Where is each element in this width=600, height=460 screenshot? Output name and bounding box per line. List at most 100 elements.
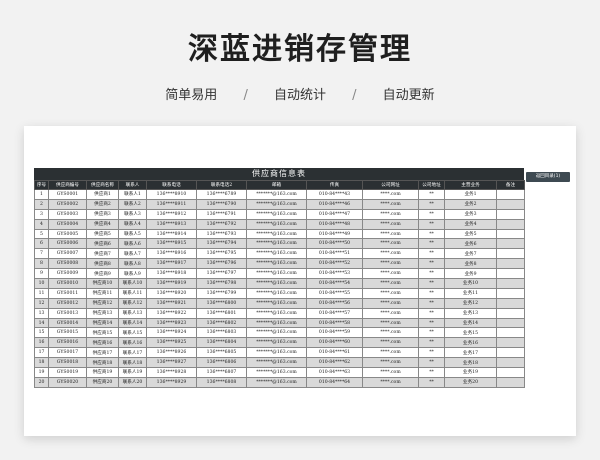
table-cell[interactable]: 17	[34, 347, 49, 359]
table-cell[interactable]: **	[418, 208, 445, 220]
table-cell[interactable]: 010-84****63	[306, 367, 363, 378]
table-cell[interactable]	[496, 347, 525, 359]
table-cell[interactable]: 供应商17	[86, 347, 119, 359]
table-cell[interactable]: 业务20	[444, 376, 497, 388]
table-cell[interactable]: 136****8911	[146, 198, 197, 210]
table-cell[interactable]: 20	[34, 376, 49, 388]
table-cell[interactable]	[496, 376, 525, 388]
table-cell[interactable]: 136****6805	[196, 347, 247, 359]
table-cell[interactable]: 业务6	[444, 238, 497, 250]
back-to-index-button[interactable]: 返回目录(1)	[526, 172, 570, 182]
table-cell[interactable]: 15	[34, 327, 49, 339]
table-cell[interactable]: ****.com	[362, 297, 419, 309]
table-cell[interactable]: 供应商16	[86, 337, 119, 349]
table-cell[interactable]: **	[418, 248, 445, 260]
table-cell[interactable]: GYS0008	[48, 258, 87, 270]
table-cell[interactable]	[496, 337, 525, 349]
table-cell[interactable]: ****.com	[362, 357, 419, 369]
table-cell[interactable]: ****.com	[362, 287, 419, 299]
table-cell[interactable]: 136****6799	[196, 287, 247, 299]
table-cell[interactable]: 联系人5	[118, 228, 147, 240]
table-cell[interactable]: 136****8920	[146, 287, 197, 299]
table-cell[interactable]: GYS0011	[48, 287, 87, 299]
table-cell[interactable]: 1	[34, 189, 49, 200]
table-cell[interactable]: ****.com	[362, 238, 419, 250]
table-cell[interactable]: 010-84****46	[306, 198, 363, 210]
table-cell[interactable]: *******@163.com	[246, 367, 307, 378]
table-cell[interactable]	[496, 189, 525, 200]
table-cell[interactable]: *******@163.com	[246, 307, 307, 319]
table-cell[interactable]: 供应商4	[86, 218, 119, 230]
table-cell[interactable]: 供应商15	[86, 327, 119, 339]
table-cell[interactable]: GYS0019	[48, 367, 87, 378]
table-cell[interactable]	[496, 297, 525, 309]
table-cell[interactable]: ****.com	[362, 248, 419, 260]
table-cell[interactable]: 136****8913	[146, 218, 197, 230]
table-cell[interactable]: GYS0009	[48, 268, 87, 280]
table-cell[interactable]: 136****6808	[196, 376, 247, 388]
table-cell[interactable]: 联系人1	[118, 189, 147, 200]
table-cell[interactable]: 供应商13	[86, 307, 119, 319]
table-cell[interactable]: GYS0010	[48, 278, 87, 289]
table-cell[interactable]: 2	[34, 198, 49, 210]
table-cell[interactable]: ****.com	[362, 327, 419, 339]
table-cell[interactable]: 136****8919	[146, 278, 197, 289]
table-cell[interactable]: 联系人19	[118, 367, 147, 378]
table-cell[interactable]: ****.com	[362, 278, 419, 289]
table-cell[interactable]: 9	[34, 268, 49, 280]
table-cell[interactable]: 供应商9	[86, 268, 119, 280]
table-cell[interactable]: 联系人14	[118, 317, 147, 329]
table-cell[interactable]: 供应商18	[86, 357, 119, 369]
table-cell[interactable]: *******@163.com	[246, 297, 307, 309]
table-cell[interactable]: 8	[34, 258, 49, 270]
table-cell[interactable]: 联系人6	[118, 238, 147, 250]
table-cell[interactable]: **	[418, 189, 445, 200]
table-cell[interactable]: 11	[34, 287, 49, 299]
table-cell[interactable]: GYS0004	[48, 218, 87, 230]
table-cell[interactable]: 供应商19	[86, 367, 119, 378]
table-cell[interactable]: 供应商11	[86, 287, 119, 299]
table-cell[interactable]: GYS0002	[48, 198, 87, 210]
table-cell[interactable]: **	[418, 307, 445, 319]
table-cell[interactable]: 13	[34, 307, 49, 319]
table-cell[interactable]: 136****6794	[196, 238, 247, 250]
table-cell[interactable]: 6	[34, 238, 49, 250]
table-cell[interactable]: *******@163.com	[246, 189, 307, 200]
table-cell[interactable]: GYS0001	[48, 189, 87, 200]
table-cell[interactable]: ****.com	[362, 258, 419, 270]
table-cell[interactable]: 136****6795	[196, 248, 247, 260]
table-cell[interactable]: **	[418, 218, 445, 230]
table-cell[interactable]: 业务17	[444, 347, 497, 359]
table-cell[interactable]: 136****6789	[196, 189, 247, 200]
table-cell[interactable]: 业务12	[444, 297, 497, 309]
table-cell[interactable]: 010-84****54	[306, 278, 363, 289]
table-cell[interactable]: 136****8918	[146, 268, 197, 280]
table-cell[interactable]	[496, 198, 525, 210]
table-cell[interactable]: 136****6793	[196, 228, 247, 240]
table-cell[interactable]: 供应商6	[86, 238, 119, 250]
table-cell[interactable]: GYS0012	[48, 297, 87, 309]
table-cell[interactable]: 供应商14	[86, 317, 119, 329]
table-cell[interactable]	[496, 307, 525, 319]
table-cell[interactable]: 业务11	[444, 287, 497, 299]
table-cell[interactable]: GYS0003	[48, 208, 87, 220]
table-cell[interactable]: 136****6806	[196, 357, 247, 369]
table-cell[interactable]: 业务3	[444, 208, 497, 220]
table-cell[interactable]: 19	[34, 367, 49, 378]
table-cell[interactable]: 联系人2	[118, 198, 147, 210]
table-cell[interactable]: **	[418, 287, 445, 299]
table-cell[interactable]: 136****8914	[146, 228, 197, 240]
table-cell[interactable]: 136****6804	[196, 337, 247, 349]
table-cell[interactable]: **	[418, 337, 445, 349]
table-cell[interactable]: 联系人8	[118, 258, 147, 270]
table-cell[interactable]: GYS0006	[48, 238, 87, 250]
table-cell[interactable]: **	[418, 268, 445, 280]
table-cell[interactable]: ****.com	[362, 337, 419, 349]
table-cell[interactable]: 136****6803	[196, 327, 247, 339]
table-cell[interactable]: 联系人3	[118, 208, 147, 220]
table-cell[interactable]: 010-84****56	[306, 297, 363, 309]
table-cell[interactable]: 136****8923	[146, 317, 197, 329]
table-cell[interactable]: 供应商5	[86, 228, 119, 240]
table-cell[interactable]: 业务2	[444, 198, 497, 210]
table-cell[interactable]: 供应商20	[86, 376, 119, 388]
